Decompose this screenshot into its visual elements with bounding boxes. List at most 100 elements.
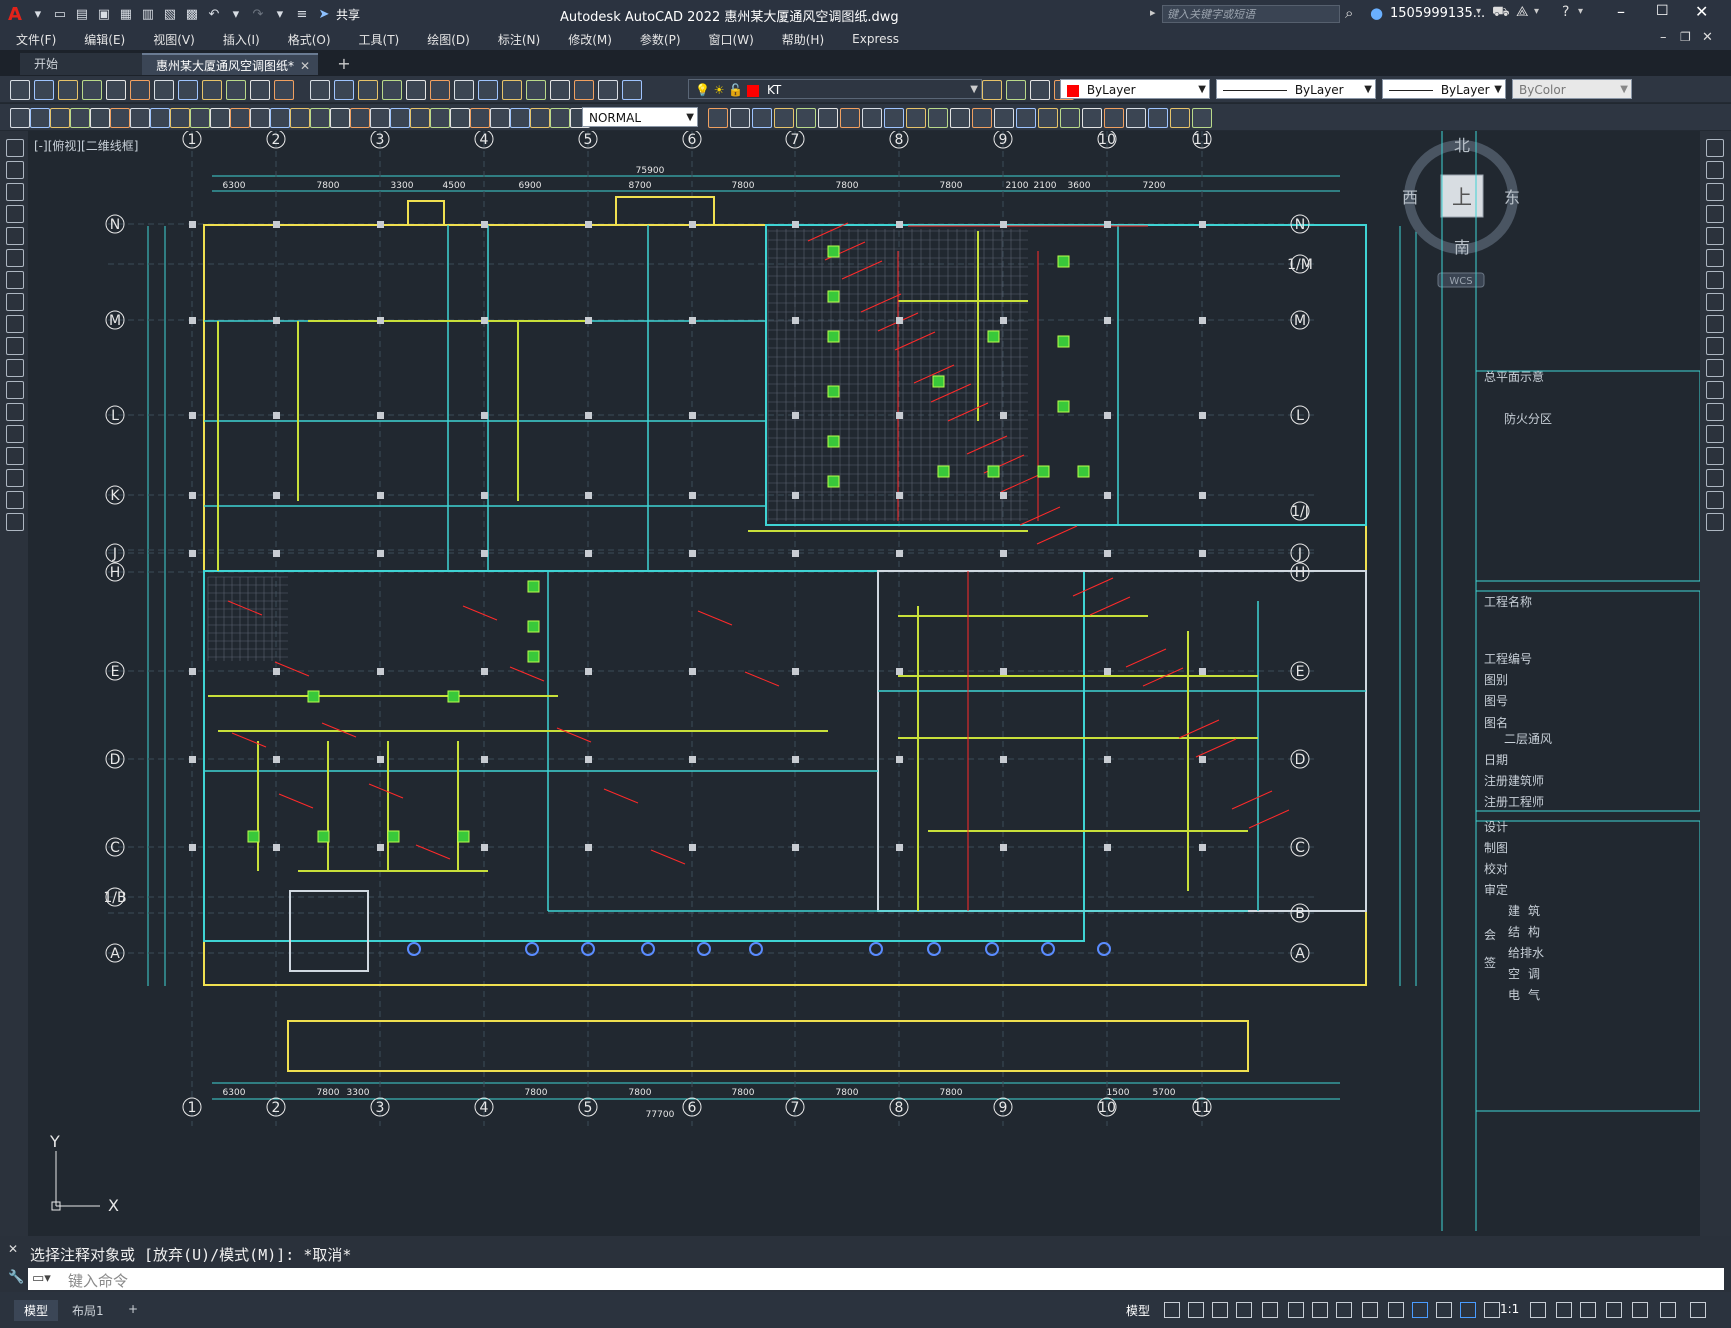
dim-tool-45-icon[interactable] <box>1038 108 1058 128</box>
tab-start[interactable]: 开始 <box>20 53 158 75</box>
dim-tool-20-icon[interactable] <box>390 108 410 128</box>
dim-tool-17-icon[interactable] <box>330 108 350 128</box>
share-icon[interactable]: ➤ <box>314 4 334 24</box>
std-tool-18-icon[interactable] <box>430 80 450 100</box>
cmp-s-label[interactable]: 南 <box>1454 238 1470 257</box>
dimstyle-combo[interactable]: NORMAL ▼ <box>582 107 698 127</box>
status-toggle-15-icon[interactable] <box>1530 1302 1546 1318</box>
annotation-scale[interactable]: 1:1 <box>1500 1302 1519 1316</box>
modify-tool-12-icon[interactable] <box>1706 381 1724 399</box>
std-tool-2-icon[interactable] <box>34 80 54 100</box>
undo-icon[interactable]: ↶ <box>204 4 224 24</box>
a360-icon[interactable]: ⟁ <box>1516 4 1529 20</box>
open-icon[interactable]: ▤ <box>72 4 92 24</box>
viewcube[interactable]: 上 北 南 东 西 WCS <box>1402 136 1520 288</box>
menu-dropdown-icon[interactable]: ▾ <box>28 4 48 24</box>
std-tool-1-icon[interactable] <box>10 80 30 100</box>
new-icon[interactable]: ▭ <box>50 4 70 24</box>
doc-restore-icon[interactable]: ❐ <box>1680 30 1691 44</box>
web-open-icon[interactable]: ▥ <box>138 4 158 24</box>
std-tool-28-icon[interactable] <box>1006 80 1026 100</box>
search-toggle-icon[interactable]: ▸ <box>1150 6 1156 19</box>
draw-tool-17-icon[interactable] <box>6 491 24 509</box>
std-tool-19-icon[interactable] <box>454 80 474 100</box>
dim-tool-19-icon[interactable] <box>370 108 390 128</box>
status-toggle-12-icon[interactable] <box>1436 1302 1452 1318</box>
draw-tool-4-icon[interactable] <box>6 205 24 223</box>
dim-tool-27-icon[interactable] <box>530 108 550 128</box>
saveas-icon[interactable]: ▦ <box>116 4 136 24</box>
help-dropdown-icon[interactable]: ▾ <box>1578 6 1583 17</box>
dim-tool-1-icon[interactable] <box>10 108 30 128</box>
std-tool-3-icon[interactable] <box>58 80 78 100</box>
std-tool-13-icon[interactable] <box>310 80 330 100</box>
menu-insert[interactable]: 插入(I) <box>207 31 272 48</box>
modify-tool-18-icon[interactable] <box>1706 513 1724 531</box>
cmp-wcs-label[interactable]: WCS <box>1449 276 1472 287</box>
menu-modify[interactable]: 修改(M) <box>552 31 624 48</box>
status-toggle-2-icon[interactable] <box>1188 1302 1204 1318</box>
doc-close-icon[interactable]: ✕ <box>1702 30 1713 45</box>
draw-tool-12-icon[interactable] <box>6 381 24 399</box>
menu-file[interactable]: 文件(F) <box>0 31 68 48</box>
viewport-controls[interactable]: [-][俯视][二维线框] <box>34 137 138 154</box>
dim-tool-8-icon[interactable] <box>150 108 170 128</box>
modify-tool-4-icon[interactable] <box>1706 205 1724 223</box>
dim-tool-30-icon[interactable] <box>708 108 728 128</box>
std-tool-21-icon[interactable] <box>502 80 522 100</box>
status-toggle-21-icon[interactable] <box>1690 1302 1706 1318</box>
dim-tool-49-icon[interactable] <box>1126 108 1146 128</box>
cmp-n-label[interactable]: 北 <box>1454 136 1470 155</box>
menu-dimension[interactable]: 标注(N) <box>482 31 552 48</box>
status-toggle-8-icon[interactable] <box>1336 1302 1352 1318</box>
draw-tool-18-icon[interactable] <box>6 513 24 531</box>
draw-tool-10-icon[interactable] <box>6 337 24 355</box>
dim-tool-7-icon[interactable] <box>130 108 150 128</box>
drawing-canvas[interactable]: 1 1 2 2 3 3 4 4 5 5 6 6 7 7 8 8 9 9 10 10 11 11 N M L K J H E D C 1/B A N… <box>28 131 1700 1236</box>
menu-express[interactable]: Express <box>836 32 911 46</box>
modify-tool-15-icon[interactable] <box>1706 447 1724 465</box>
status-toggle-10-icon[interactable] <box>1388 1302 1404 1318</box>
dim-tool-13-icon[interactable] <box>250 108 270 128</box>
dim-tool-44-icon[interactable] <box>1016 108 1036 128</box>
dim-tool-32-icon[interactable] <box>752 108 772 128</box>
dim-tool-23-icon[interactable] <box>450 108 470 128</box>
redo-dropdown-icon[interactable]: ▾ <box>270 4 290 24</box>
share-button[interactable]: 共享 <box>336 6 360 23</box>
menu-edit[interactable]: 编辑(E) <box>68 31 137 48</box>
draw-tool-16-icon[interactable] <box>6 469 24 487</box>
lineweight-combo[interactable]: ByLayer ▼ <box>1382 79 1506 99</box>
dim-tool-12-icon[interactable] <box>230 108 250 128</box>
std-tool-4-icon[interactable] <box>82 80 102 100</box>
modify-tool-13-icon[interactable] <box>1706 403 1724 421</box>
tab-close-icon[interactable]: ✕ <box>300 55 310 77</box>
dim-tool-11-icon[interactable] <box>210 108 230 128</box>
modify-tool-11-icon[interactable] <box>1706 359 1724 377</box>
dim-tool-34-icon[interactable] <box>796 108 816 128</box>
dim-tool-10-icon[interactable] <box>190 108 210 128</box>
dim-tool-26-icon[interactable] <box>510 108 530 128</box>
layer-combo[interactable]: 💡 ☀ 🔓 KT ▼ <box>688 79 982 99</box>
menu-window[interactable]: 窗口(W) <box>693 31 766 48</box>
std-tool-10-icon[interactable] <box>226 80 246 100</box>
std-tool-9-icon[interactable] <box>202 80 222 100</box>
draw-tool-11-icon[interactable] <box>6 359 24 377</box>
modify-tool-17-icon[interactable] <box>1706 491 1724 509</box>
modify-tool-9-icon[interactable] <box>1706 315 1724 333</box>
std-tool-6-icon[interactable] <box>130 80 150 100</box>
status-toggle-18-icon[interactable] <box>1606 1302 1622 1318</box>
menu-draw[interactable]: 绘图(D) <box>411 31 482 48</box>
modify-tool-3-icon[interactable] <box>1706 183 1724 201</box>
help-icon[interactable]: ? <box>1562 4 1569 20</box>
a360-dropdown-icon[interactable]: ▾ <box>1534 6 1539 17</box>
std-tool-20-icon[interactable] <box>478 80 498 100</box>
status-toggle-14-icon[interactable] <box>1484 1302 1500 1318</box>
std-tool-17-icon[interactable] <box>406 80 426 100</box>
command-prompt-icon[interactable]: ▭▾ <box>32 1271 51 1286</box>
dim-tool-46-icon[interactable] <box>1060 108 1080 128</box>
std-tool-15-icon[interactable] <box>358 80 378 100</box>
modify-tool-2-icon[interactable] <box>1706 161 1724 179</box>
dim-tool-9-icon[interactable] <box>170 108 190 128</box>
color-combo[interactable]: ByLayer ▼ <box>1060 79 1210 99</box>
draw-tool-8-icon[interactable] <box>6 293 24 311</box>
